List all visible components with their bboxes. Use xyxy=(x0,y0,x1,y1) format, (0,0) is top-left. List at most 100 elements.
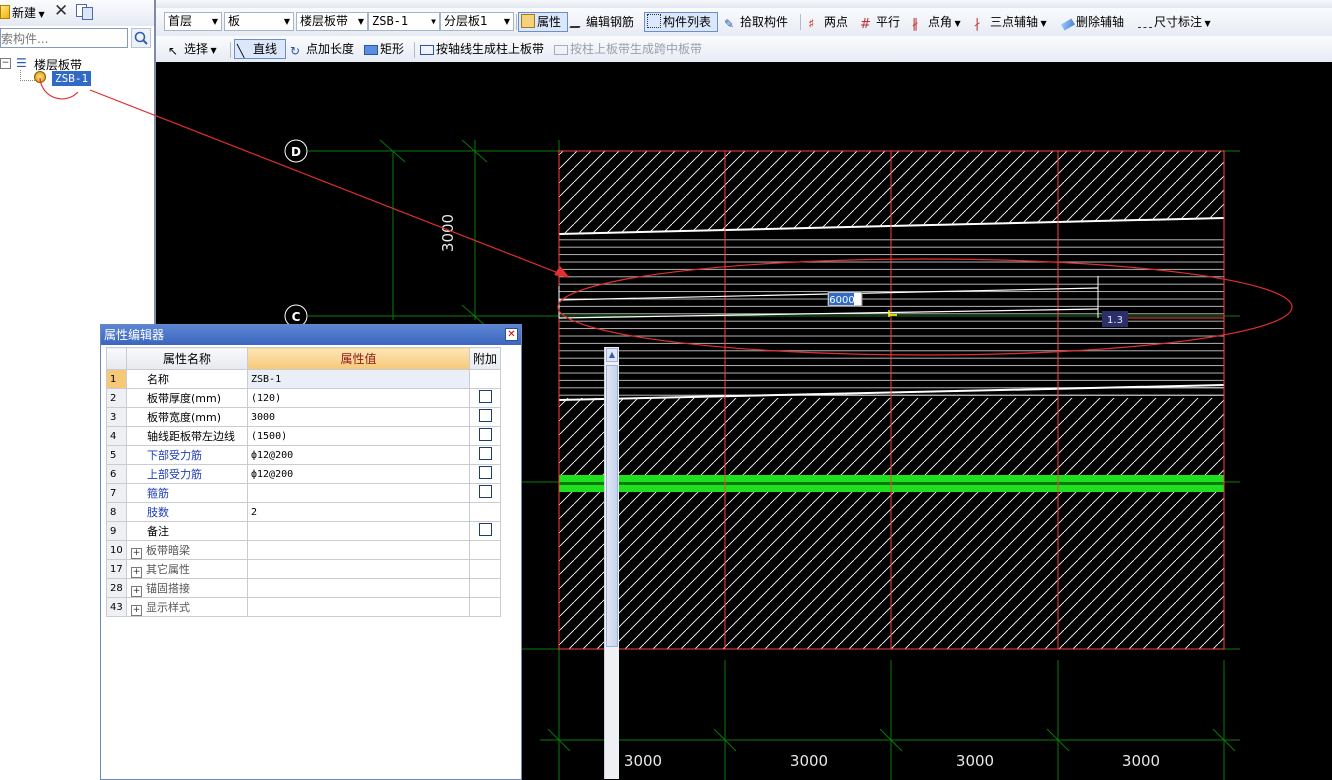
extra-checkbox[interactable] xyxy=(478,466,492,479)
group-label: 锚固搭接 xyxy=(146,581,190,595)
header-name[interactable]: 属性名称 xyxy=(126,347,248,370)
property-name: 肢数 xyxy=(126,502,248,522)
property-value[interactable] xyxy=(247,540,470,560)
property-grid: 属性名称 属性值 附加 1 名称 ZSB-1 2 板带厚度(mm) (120) 3 板带宽度(… xyxy=(106,347,501,761)
property-name: + 板带暗梁 xyxy=(126,540,248,560)
property-name: 轴线距板带左边线 xyxy=(126,426,248,446)
empty-row xyxy=(107,635,501,653)
property-row[interactable]: 7 箍筋 xyxy=(106,483,501,503)
property-value[interactable] xyxy=(247,597,470,617)
row-number: 2 xyxy=(106,388,127,408)
header-value[interactable]: 属性值 xyxy=(247,347,470,370)
property-value[interactable]: (1500) xyxy=(247,426,470,446)
property-extra xyxy=(469,445,501,465)
row-number: 3 xyxy=(106,407,127,427)
property-extra xyxy=(469,426,501,446)
angle-readout: 1.3 xyxy=(1102,311,1128,327)
property-name: 备注 xyxy=(126,521,248,541)
property-value[interactable] xyxy=(247,483,470,503)
extra-checkbox[interactable] xyxy=(478,409,492,422)
property-name: 板带宽度(mm) xyxy=(126,407,248,427)
row-number: 7 xyxy=(106,483,127,503)
bottom-dimension: 3000 xyxy=(956,752,994,770)
property-row[interactable]: 8 肢数 2 xyxy=(106,502,501,522)
empty-row xyxy=(107,707,501,725)
close-icon[interactable]: ✕ xyxy=(505,328,518,341)
row-number: 6 xyxy=(106,464,127,484)
property-value[interactable] xyxy=(247,521,470,541)
property-row[interactable]: 6 上部受力筋 ф12@200 xyxy=(106,464,501,484)
property-row[interactable]: 9 备注 xyxy=(106,521,501,541)
extra-checkbox[interactable] xyxy=(478,447,492,460)
property-value[interactable]: ф12@200 xyxy=(247,464,470,484)
group-label: 板带暗梁 xyxy=(146,543,190,557)
property-editor-title: 属性编辑器 xyxy=(101,325,521,345)
empty-row xyxy=(107,653,501,671)
extra-checkbox[interactable] xyxy=(478,390,492,403)
bottom-dimension: 3000 xyxy=(1122,752,1160,770)
property-extra xyxy=(469,407,501,427)
property-row[interactable]: 28 + 锚固搭接 xyxy=(106,578,501,598)
header-extra[interactable]: 附加 xyxy=(469,347,501,370)
property-row[interactable]: 10 + 板带暗梁 xyxy=(106,540,501,560)
bottom-dimension: 3000 xyxy=(624,752,662,770)
property-value[interactable] xyxy=(247,578,470,598)
property-extra xyxy=(469,597,501,617)
property-name: 板带厚度(mm) xyxy=(126,388,248,408)
property-value[interactable]: 3000 xyxy=(247,407,470,427)
property-editor: 属性编辑器 ✕ 属性名称 属性值 附加 1 名称 ZSB-1 2 板带厚度(mm) (12… xyxy=(100,324,619,780)
property-value[interactable]: (120) xyxy=(247,388,470,408)
property-name: 箍筋 xyxy=(126,483,248,503)
header-row-num xyxy=(106,347,127,370)
scroll-up-icon[interactable]: ▲ xyxy=(606,348,618,362)
scroll-thumb[interactable] xyxy=(606,365,618,647)
expand-icon[interactable]: + xyxy=(131,604,142,616)
property-extra xyxy=(469,502,501,522)
property-value[interactable]: 2 xyxy=(247,502,470,522)
property-value[interactable]: ф12@200 xyxy=(247,445,470,465)
property-value[interactable] xyxy=(247,559,470,579)
property-extra xyxy=(469,483,501,503)
length-input[interactable]: 6000 xyxy=(827,291,863,307)
property-name: + 锚固搭接 xyxy=(126,578,248,598)
row-number: 5 xyxy=(106,445,127,465)
axis-bubble-d: D xyxy=(284,139,308,163)
svg-text:C: C xyxy=(292,310,301,324)
property-extra xyxy=(469,388,501,408)
expand-icon[interactable]: + xyxy=(131,547,142,559)
expand-icon[interactable]: + xyxy=(131,566,142,578)
property-name: + 其它属性 xyxy=(126,559,248,579)
empty-row xyxy=(107,617,501,636)
property-row[interactable]: 5 下部受力筋 ф12@200 xyxy=(106,445,501,465)
grid-header: 属性名称 属性值 附加 xyxy=(106,347,501,370)
bottom-dimension: 3000 xyxy=(790,752,828,770)
row-number: 28 xyxy=(106,578,127,598)
property-extra xyxy=(469,578,501,598)
extra-checkbox[interactable] xyxy=(478,485,492,498)
row-number: 10 xyxy=(106,540,127,560)
row-number: 43 xyxy=(106,597,127,617)
extra-checkbox[interactable] xyxy=(478,428,492,441)
row-number: 1 xyxy=(106,369,127,389)
property-row[interactable]: 4 轴线距板带左边线 (1500) xyxy=(106,426,501,446)
extra-checkbox[interactable] xyxy=(478,523,492,536)
property-row[interactable]: 2 板带厚度(mm) (120) xyxy=(106,388,501,408)
property-row[interactable]: 3 板带宽度(mm) 3000 xyxy=(106,407,501,427)
group-label: 显示样式 xyxy=(146,600,190,614)
expand-icon[interactable]: + xyxy=(131,585,142,597)
property-scrollbar[interactable]: ▲ xyxy=(604,347,619,779)
group-label: 其它属性 xyxy=(146,562,190,576)
property-extra xyxy=(469,559,501,579)
property-extra xyxy=(469,540,501,560)
property-name: 上部受力筋 xyxy=(126,464,248,484)
property-row[interactable]: 1 名称 ZSB-1 xyxy=(106,369,501,389)
property-extra xyxy=(469,521,501,541)
row-number: 4 xyxy=(106,426,127,446)
empty-row xyxy=(107,743,501,761)
property-row[interactable]: 43 + 显示样式 xyxy=(106,597,501,617)
property-row[interactable]: 17 + 其它属性 xyxy=(106,559,501,579)
row-number: 8 xyxy=(106,502,127,522)
svg-text:D: D xyxy=(291,145,301,159)
empty-row xyxy=(107,671,501,689)
property-value[interactable]: ZSB-1 xyxy=(247,369,470,389)
